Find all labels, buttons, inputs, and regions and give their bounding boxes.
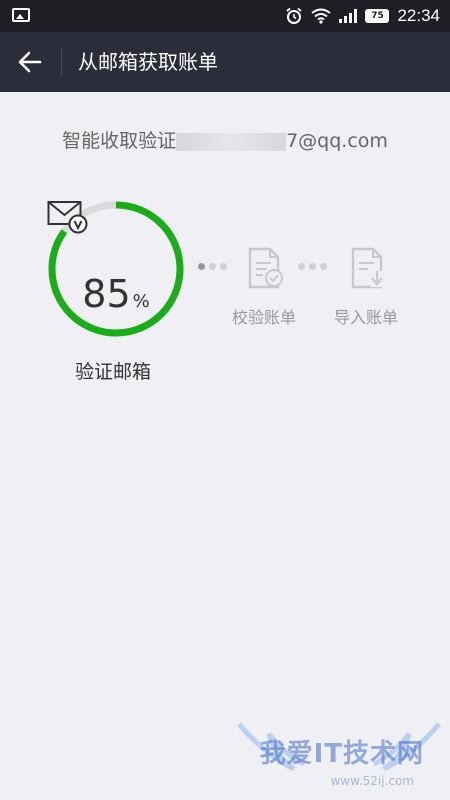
watermark-text: 我爱IT技术网 bbox=[259, 739, 424, 769]
progress-unit: % bbox=[132, 291, 150, 312]
wifi-icon bbox=[311, 8, 332, 24]
arrow-left-icon[interactable] bbox=[16, 48, 44, 76]
watermark: 我爱IT技术网 www.52ij.com bbox=[234, 714, 444, 794]
alarm-icon bbox=[286, 7, 303, 24]
document-import-icon bbox=[351, 247, 384, 289]
step-connector-dots-2 bbox=[298, 263, 327, 270]
document-check-icon bbox=[248, 247, 283, 289]
image-icon bbox=[12, 8, 30, 22]
email-notice-suffix: 7@qq.com bbox=[286, 130, 388, 152]
step-label-import-bill: 导入账单 bbox=[334, 308, 399, 327]
step-label-verify-mailbox: 验证邮箱 bbox=[75, 361, 152, 383]
signal-icon bbox=[339, 9, 358, 23]
progress-number: 85 bbox=[82, 272, 131, 316]
email-notice-prefix: 智能收取验证 bbox=[62, 130, 177, 152]
battery-icon: 75 bbox=[365, 9, 390, 23]
status-time: 22:34 bbox=[397, 6, 440, 25]
toolbar: 从邮箱获取账单 bbox=[0, 32, 450, 92]
page-title: 从邮箱获取账单 bbox=[78, 50, 218, 74]
watermark-url: www.52ij.com bbox=[330, 774, 414, 788]
progress-percent: 85% bbox=[47, 272, 185, 316]
step-label-verify-bill: 校验账单 bbox=[232, 308, 297, 327]
mail-check-icon bbox=[47, 201, 88, 234]
toolbar-divider bbox=[61, 48, 62, 76]
status-bar: 75 22:34 bbox=[0, 0, 450, 32]
step-connector-dots bbox=[198, 263, 227, 270]
email-notice: 智能收取验证 7@qq.com bbox=[0, 126, 450, 153]
progress-ring: 85% bbox=[47, 200, 185, 338]
email-mask bbox=[176, 132, 287, 151]
